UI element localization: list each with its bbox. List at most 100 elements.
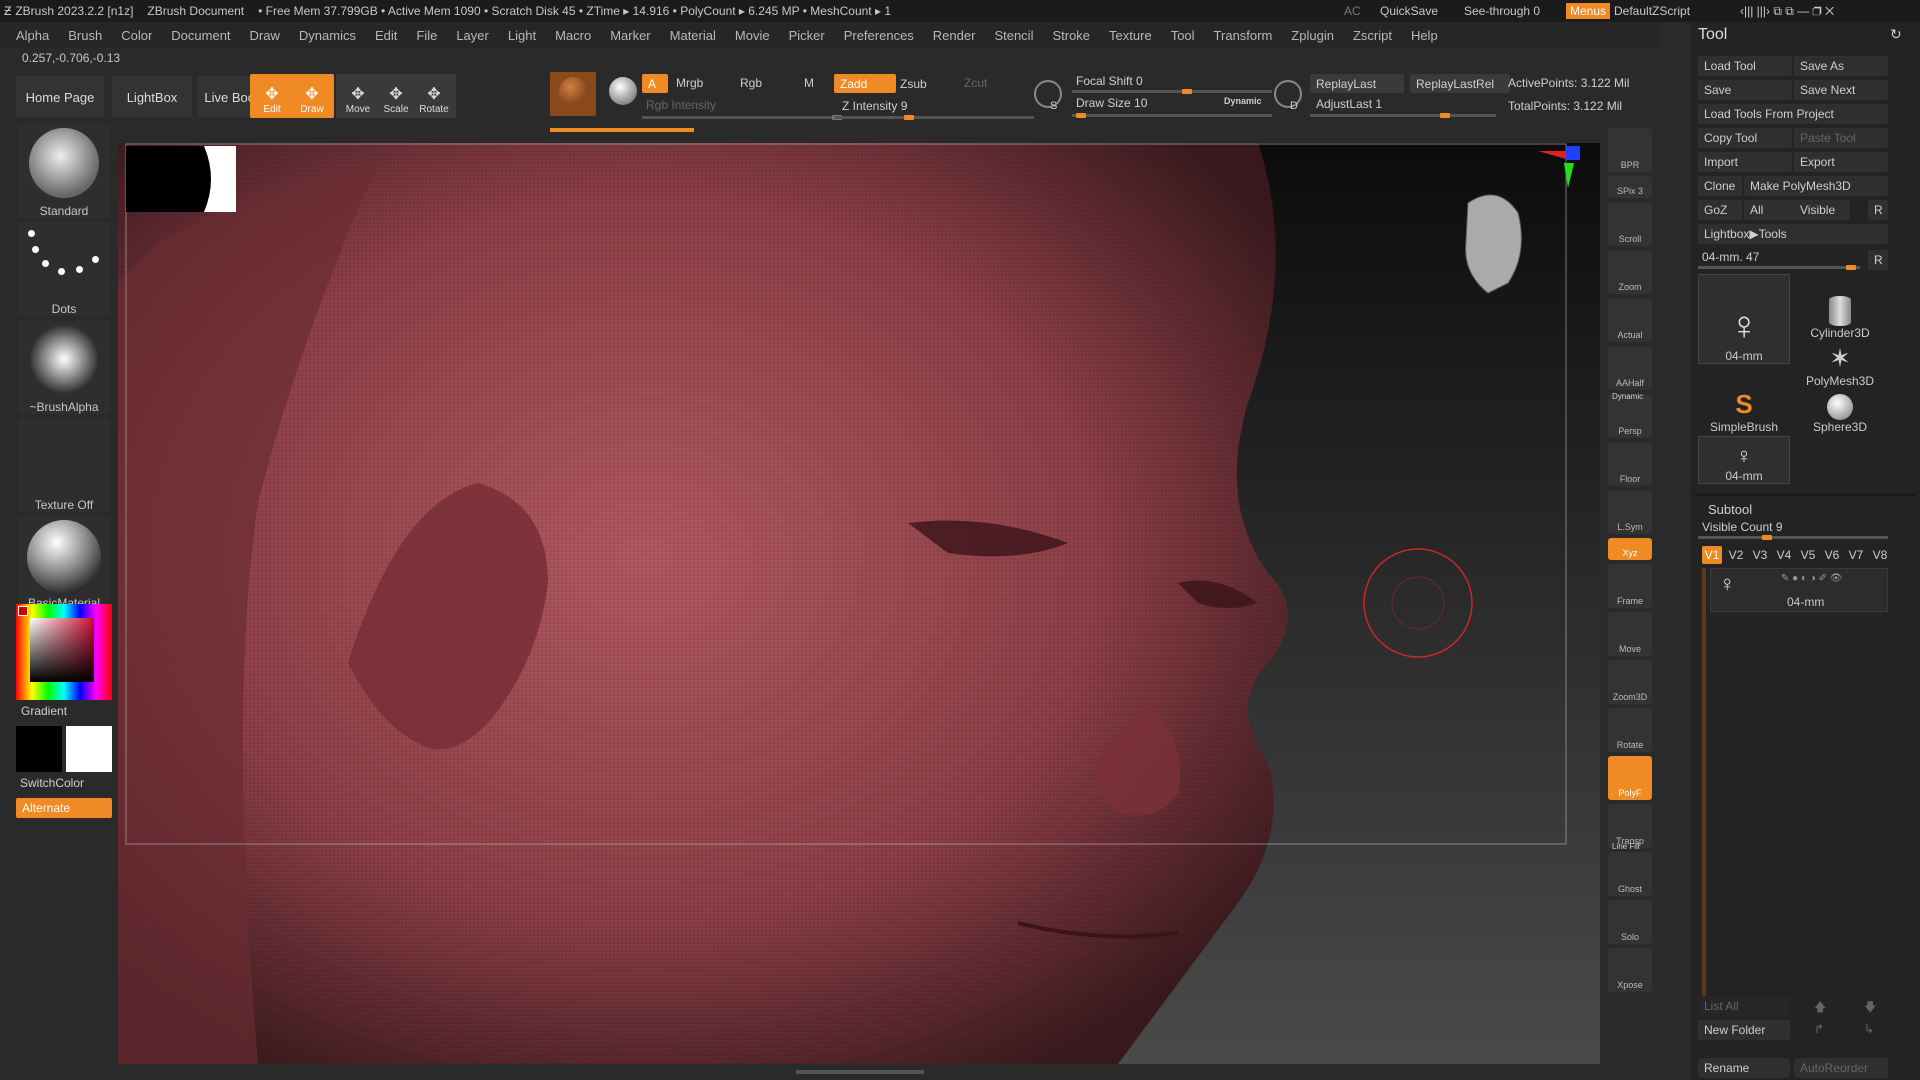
bottom-tray-handle[interactable] (796, 1070, 924, 1074)
replay-last-button[interactable]: ReplayLast (1310, 74, 1404, 93)
subtool-tab-v2[interactable]: V2 (1726, 546, 1746, 564)
subtool-toggles-icon[interactable]: ✎ ● ◐ ◑ ✐ 👁 (1781, 573, 1842, 584)
subtool-item[interactable]: ♀ ✎ ● ◐ ◑ ✐ 👁 04-mm (1710, 568, 1888, 612)
menu-picker[interactable]: Picker (789, 28, 825, 43)
rename-button[interactable]: Rename (1698, 1058, 1790, 1078)
right-zoom-button[interactable]: Zoom (1608, 250, 1652, 294)
list-all-button[interactable]: List All (1698, 996, 1790, 1016)
window-controls-icon[interactable]: ‹||| |||› ⧉ ⧉ — ❐ ✕ (1740, 4, 1834, 19)
right-solo-button[interactable]: Solo (1608, 900, 1652, 944)
brush-thumbnail[interactable]: Standard (18, 124, 110, 218)
make-polymesh-button[interactable]: Make PolyMesh3D (1744, 176, 1888, 196)
menu-document[interactable]: Document (171, 28, 230, 43)
menu-stroke[interactable]: Stroke (1052, 28, 1090, 43)
active-color-swatch[interactable] (18, 606, 28, 616)
menu-stencil[interactable]: Stencil (994, 28, 1033, 43)
lightbox-button[interactable]: LightBox (112, 76, 192, 118)
a-toggle[interactable]: A (642, 74, 668, 93)
tool-thumb-cylinder3d[interactable]: Cylinder3D (1794, 294, 1886, 340)
goz-button[interactable]: GoZ (1698, 200, 1742, 220)
rgb-intensity-slider[interactable]: Rgb Intensity (646, 98, 716, 112)
right-actual-button[interactable]: Actual (1608, 298, 1652, 342)
subtool-tab-v5[interactable]: V5 (1798, 546, 1818, 564)
see-through-slider[interactable]: See-through 0 (1464, 4, 1540, 18)
replay-last-rel-button[interactable]: ReplayLastRel (1410, 74, 1510, 93)
tool-thumb-simplebrush[interactable]: S SimpleBrush (1698, 388, 1790, 434)
copy-tool-button[interactable]: Copy Tool (1698, 128, 1792, 148)
primary-color-swatch[interactable] (16, 726, 62, 772)
right-aahalf-button[interactable]: AAHalf (1608, 346, 1652, 390)
auto-reorder-button[interactable]: AutoReorder (1794, 1058, 1888, 1078)
right-xyz-button[interactable]: Xyz (1608, 538, 1652, 560)
right-frame-button[interactable]: Frame (1608, 564, 1652, 608)
menu-preferences[interactable]: Preferences (844, 28, 914, 43)
subtool-tab-v3[interactable]: V3 (1750, 546, 1770, 564)
quicksave-button[interactable]: QuickSave (1380, 4, 1438, 18)
menu-file[interactable]: File (416, 28, 437, 43)
load-tools-from-project-button[interactable]: Load Tools From Project (1698, 104, 1888, 124)
subtool-header[interactable]: Subtool (1708, 502, 1752, 517)
zsub-toggle[interactable]: Zsub (900, 77, 927, 91)
right-spix3-button[interactable]: SPix 3 (1608, 176, 1652, 198)
draw-size-slider[interactable]: Draw Size 10 (1076, 96, 1147, 110)
goz-r-button[interactable]: R (1868, 200, 1888, 220)
z-intensity-slider[interactable]: Z Intensity 9 (842, 99, 907, 113)
lightbox-tools-button[interactable]: Lightbox▶Tools (1698, 224, 1888, 244)
folder-arrow-2-icon[interactable]: ↳ (1864, 1022, 1874, 1036)
import-button[interactable]: Import (1698, 152, 1792, 172)
menu-alpha[interactable]: Alpha (16, 28, 49, 43)
menu-tool[interactable]: Tool (1171, 28, 1195, 43)
paste-tool-button[interactable]: Paste Tool (1794, 128, 1888, 148)
menu-transform[interactable]: Transform (1214, 28, 1273, 43)
load-tool-button[interactable]: Load Tool (1698, 56, 1792, 76)
adjust-last-slider[interactable]: AdjustLast 1 (1316, 97, 1382, 111)
goz-visible-button[interactable]: Visible (1794, 200, 1850, 220)
subtool-tab-v6[interactable]: V6 (1822, 546, 1842, 564)
tool-header[interactable]: Tool (1698, 26, 1727, 44)
new-folder-button[interactable]: New Folder (1698, 1020, 1790, 1040)
tool-thumb-polymesh3d[interactable]: ✶ PolyMesh3D (1794, 342, 1886, 388)
right-zoom3d-button[interactable]: Zoom3D (1608, 660, 1652, 704)
subtool-tab-v7[interactable]: V7 (1846, 546, 1866, 564)
menu-render[interactable]: Render (933, 28, 976, 43)
material-sphere-2-icon[interactable] (600, 72, 646, 116)
menu-help[interactable]: Help (1411, 28, 1438, 43)
tool-thumb-sphere3d[interactable]: Sphere3D (1794, 388, 1886, 434)
tool-rotate-button[interactable]: ✥ Rotate (412, 74, 456, 118)
zadd-toggle[interactable]: Zadd (834, 74, 896, 93)
subtool-scrollbar[interactable] (1702, 568, 1706, 998)
menu-material[interactable]: Material (670, 28, 716, 43)
tool-draw-button[interactable]: ✥ Draw (290, 74, 334, 118)
folder-arrow-icon[interactable]: ↱ (1814, 1022, 1824, 1036)
zcut-toggle[interactable]: Zcut (964, 76, 987, 90)
menu-marker[interactable]: Marker (610, 28, 650, 43)
menu-edit[interactable]: Edit (375, 28, 397, 43)
switch-color-button[interactable]: SwitchColor (20, 776, 84, 790)
menu-dynamics[interactable]: Dynamics (299, 28, 356, 43)
menu-draw[interactable]: Draw (250, 28, 280, 43)
subtool-tab-v4[interactable]: V4 (1774, 546, 1794, 564)
right-xpose-button[interactable]: Xpose (1608, 948, 1652, 992)
clone-button[interactable]: Clone (1698, 176, 1742, 196)
z-intensity-track[interactable] (834, 115, 1034, 120)
alpha-thumbnail[interactable]: ~BrushAlpha (18, 320, 110, 414)
canvas-viewport[interactable] (118, 143, 1600, 1064)
rgb-button[interactable]: Rgb (740, 76, 762, 90)
default-zscript[interactable]: DefaultZScript (1614, 4, 1690, 18)
menu-zplugin[interactable]: Zplugin (1291, 28, 1334, 43)
right-rotate-button[interactable]: Rotate (1608, 708, 1652, 752)
menu-macro[interactable]: Macro (555, 28, 591, 43)
color-picker[interactable] (16, 604, 112, 700)
menu-light[interactable]: Light (508, 28, 536, 43)
adjust-last-track[interactable] (1310, 113, 1496, 118)
focal-shift-slider[interactable]: Focal Shift 0 (1076, 74, 1143, 88)
focal-shift-s-icon[interactable] (1034, 80, 1062, 108)
menus-toggle[interactable]: Menus (1566, 3, 1611, 19)
alternate-button[interactable]: Alternate (16, 798, 112, 818)
tool-thumb-04mm-small[interactable]: ♀ 04-mm (1698, 436, 1790, 484)
save-button[interactable]: Save (1698, 80, 1792, 100)
dynamic-label[interactable]: Dynamic (1224, 96, 1262, 106)
visible-count-slider[interactable]: Visible Count 9 (1702, 520, 1783, 534)
home-page-button[interactable]: Home Page (16, 76, 104, 118)
right-lsym-button[interactable]: L.Sym (1608, 490, 1652, 534)
